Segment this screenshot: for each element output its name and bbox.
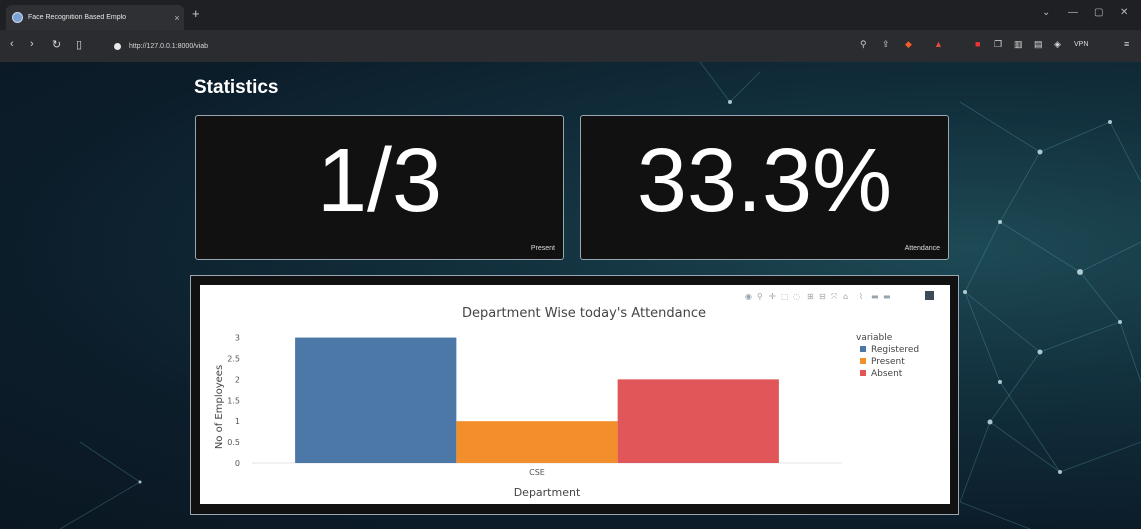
close-tab-icon[interactable]: × <box>170 13 184 23</box>
attendance-stat-card: 33.3% Attendance <box>580 115 949 260</box>
sidebar-icon[interactable]: ▥ <box>1014 39 1023 50</box>
lasso-select-icon[interactable]: ◌ <box>793 292 800 301</box>
y-tick-label: 1 <box>235 417 240 426</box>
share-icon[interactable]: ⇪ <box>882 39 890 50</box>
chart-legend: variable Registered Present Absent <box>856 333 919 379</box>
y-axis-label: No of Employees <box>214 365 225 449</box>
url-text[interactable]: http://127.0.0.1:8000/viab <box>129 43 208 50</box>
chart-modebar: ◉ ⚲ ✛ ⬚ ◌ ⊞ ⊟ ⤧ ⌂ ⌇ ▬ ▬ <box>745 291 934 301</box>
window-close-icon[interactable]: ✕ <box>1120 7 1128 18</box>
reset-axes-icon[interactable]: ⌂ <box>843 292 848 301</box>
y-axis-ticks: 0 0.5 1 1.5 2 2.5 3 <box>227 334 240 468</box>
y-tick-label: 2.5 <box>227 354 240 363</box>
site-info-icon[interactable] <box>114 42 121 50</box>
legend-item-registered[interactable]: Registered <box>871 345 919 355</box>
legend-title: variable <box>856 333 893 343</box>
bar-group <box>295 337 779 463</box>
camera-icon[interactable]: ◉ <box>745 292 752 301</box>
zoom-icon[interactable]: ⚲ <box>757 292 763 301</box>
present-label: Present <box>530 245 555 252</box>
extension-icon[interactable]: ■ <box>975 39 980 49</box>
zoom-in-icon[interactable]: ⊞ <box>807 292 814 301</box>
tab-title: Face Recognition Based Emplo <box>28 14 127 21</box>
y-tick-label: 0.5 <box>227 438 240 447</box>
tab-manager-icon[interactable]: ▤ <box>1034 39 1043 50</box>
chart-title: Department Wise today's Attendance <box>462 306 706 321</box>
new-tab-button[interactable]: + <box>192 6 200 21</box>
autoscale-icon[interactable]: ⤧ <box>831 292 838 301</box>
zoom-icon[interactable]: ⚲ <box>860 39 867 50</box>
puzzle-extensions-icon[interactable]: ❐ <box>994 39 1002 50</box>
plotly-logo-icon[interactable] <box>925 291 934 300</box>
page-title: Statistics <box>194 77 279 98</box>
bookmark-icon[interactable]: ▯ <box>76 38 82 51</box>
brave-shield-icon[interactable]: ◆ <box>905 39 912 50</box>
legend-item-present[interactable]: Present <box>871 357 905 367</box>
legend-swatch-absent[interactable] <box>860 370 866 376</box>
hover-compare-icon[interactable]: ▬ <box>883 292 891 301</box>
tab-list-chevron-icon[interactable]: ⌄ <box>1042 7 1050 18</box>
address-bar[interactable]: http://127.0.0.1:8000/viab <box>110 35 840 57</box>
vpn-button[interactable]: VPN <box>1074 41 1088 48</box>
zoom-out-icon[interactable]: ⊟ <box>819 292 826 301</box>
site-favicon-icon <box>12 12 23 23</box>
x-axis-label: Department <box>514 486 581 499</box>
x-axis-ticks: CSE <box>529 468 545 477</box>
minimize-icon[interactable]: — <box>1068 7 1078 18</box>
bar-registered[interactable] <box>295 337 457 463</box>
y-tick-label: 2 <box>235 375 240 384</box>
spike-lines-icon[interactable]: ⌇ <box>859 292 863 301</box>
wallet-icon[interactable]: ◈ <box>1054 39 1061 50</box>
y-tick-label: 1.5 <box>227 396 240 405</box>
legend-swatch-present[interactable] <box>860 358 866 364</box>
legend-item-absent[interactable]: Absent <box>871 369 903 379</box>
browser-tab-bar: Face Recognition Based Emplo × + ⌄ — ▢ ✕ <box>0 0 1141 30</box>
chart-canvas: ◉ ⚲ ✛ ⬚ ◌ ⊞ ⊟ ⤧ ⌂ ⌇ ▬ ▬ Department Wise … <box>200 285 950 504</box>
brave-rewards-icon[interactable]: ▲ <box>934 39 943 49</box>
page-content: Statistics 1/3 Present 33.3% Attendance … <box>0 62 1141 529</box>
forward-icon[interactable]: › <box>30 38 34 50</box>
legend-swatch-registered[interactable] <box>860 346 866 352</box>
attendance-bar-chart: ◉ ⚲ ✛ ⬚ ◌ ⊞ ⊟ ⤧ ⌂ ⌇ ▬ ▬ Department Wise … <box>214 291 934 499</box>
browser-tab[interactable]: Face Recognition Based Emplo × <box>6 5 184 30</box>
box-select-icon[interactable]: ⬚ <box>781 292 789 301</box>
attendance-label: Attendance <box>904 245 940 252</box>
present-value: 1/3 <box>316 131 443 231</box>
bar-absent[interactable] <box>617 379 779 463</box>
menu-icon[interactable]: ≡ <box>1124 39 1129 49</box>
bar-present[interactable] <box>456 421 618 463</box>
y-tick-label: 3 <box>235 334 240 343</box>
present-stat-card: 1/3 Present <box>195 115 564 260</box>
y-tick-label: 0 <box>235 459 240 468</box>
reload-icon[interactable]: ↻ <box>52 38 61 51</box>
x-tick-label: CSE <box>529 468 545 477</box>
hover-closest-icon[interactable]: ▬ <box>871 292 879 301</box>
back-icon[interactable]: ‹ <box>10 38 14 50</box>
maximize-icon[interactable]: ▢ <box>1094 7 1103 18</box>
pan-icon[interactable]: ✛ <box>769 292 776 301</box>
chart-card: ◉ ⚲ ✛ ⬚ ◌ ⊞ ⊟ ⤧ ⌂ ⌇ ▬ ▬ Department Wise … <box>190 275 959 515</box>
attendance-value: 33.3% <box>636 131 893 231</box>
browser-toolbar: ‹ › ↻ ▯ http://127.0.0.1:8000/viab ⚲ ⇪ ◆… <box>0 30 1141 62</box>
